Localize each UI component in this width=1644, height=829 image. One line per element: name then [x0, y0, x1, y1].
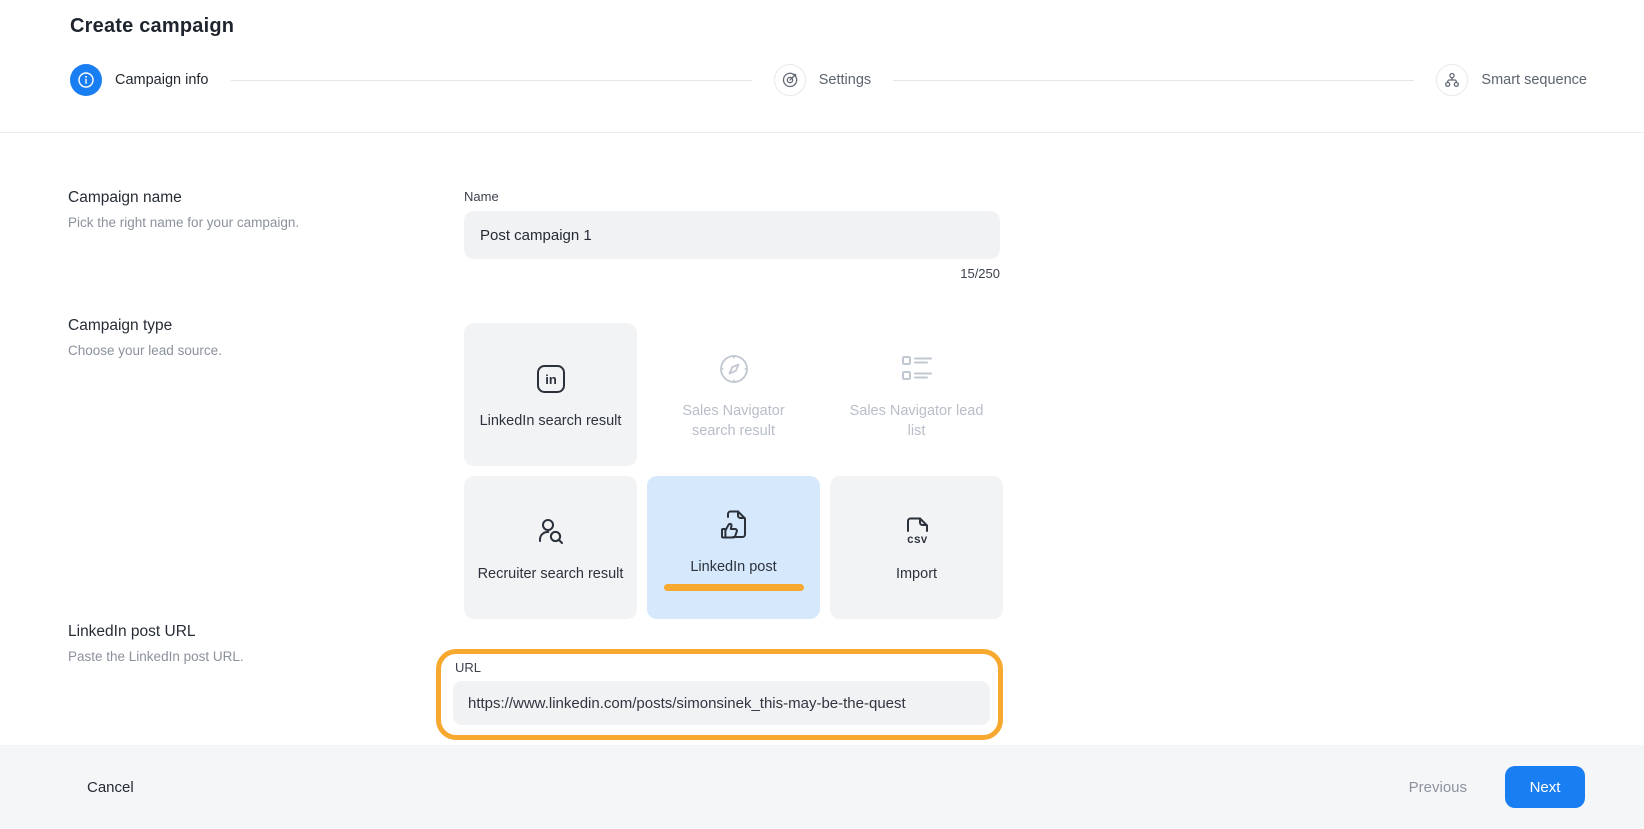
url-field-label: URL — [455, 660, 986, 676]
post-url-section: LinkedIn post URL Paste the LinkedIn pos… — [68, 623, 1644, 740]
step-label: Campaign info — [115, 72, 209, 88]
stepper: Campaign info Settings — [70, 64, 1587, 96]
campaign-type-grid: in LinkedIn search result Sales Navigato… — [464, 323, 1044, 619]
tile-label: Import — [884, 564, 949, 584]
svg-text:CSV: CSV — [907, 535, 928, 547]
campaign-name-title: Campaign name — [68, 189, 414, 207]
tile-label: LinkedIn search result — [468, 411, 634, 431]
campaign-name-section: Campaign name Pick the right name for yo… — [68, 189, 1644, 281]
campaign-name-subtitle: Pick the right name for your campaign. — [68, 215, 414, 230]
step-label: Smart sequence — [1481, 72, 1587, 88]
step-settings[interactable]: Settings — [774, 64, 871, 96]
step-campaign-info[interactable]: Campaign info — [70, 64, 209, 96]
csv-file-icon: CSV — [899, 512, 935, 552]
info-icon — [70, 64, 102, 96]
header: Create campaign Campaign info — [0, 0, 1644, 133]
campaign-type-sales-navigator-search-result[interactable]: Sales Navigator search result — [647, 323, 820, 466]
linkedin-icon: in — [533, 359, 569, 399]
lead-list-icon — [900, 349, 934, 389]
post-url-title: LinkedIn post URL — [68, 623, 414, 641]
post-thumb-icon — [716, 505, 752, 545]
person-search-icon — [533, 512, 569, 552]
target-icon — [774, 64, 806, 96]
svg-text:in: in — [545, 372, 557, 387]
tile-label: Sales Navigator lead list — [830, 401, 1003, 441]
campaign-type-sales-navigator-lead-list[interactable]: Sales Navigator lead list — [830, 323, 1003, 466]
char-counter: 15/250 — [464, 266, 1000, 281]
campaign-type-linkedin-search-result[interactable]: in LinkedIn search result — [464, 323, 637, 466]
post-url-subtitle: Paste the LinkedIn post URL. — [68, 649, 414, 664]
post-url-input[interactable] — [453, 681, 990, 725]
tile-label: Sales Navigator search result — [647, 401, 820, 441]
campaign-type-import[interactable]: CSV Import — [830, 476, 1003, 619]
campaign-type-title: Campaign type — [68, 317, 414, 335]
main-content: Campaign name Pick the right name for yo… — [0, 189, 1644, 740]
name-field-label: Name — [464, 189, 1044, 205]
campaign-type-subtitle: Choose your lead source. — [68, 343, 414, 358]
cancel-button[interactable]: Cancel — [87, 779, 134, 796]
stepper-connector — [893, 80, 1414, 81]
url-highlight-box: URL — [436, 649, 1003, 740]
selected-underline — [664, 584, 804, 591]
step-smart-sequence[interactable]: Smart sequence — [1436, 64, 1587, 96]
campaign-name-input[interactable] — [464, 211, 1000, 259]
hierarchy-icon — [1436, 64, 1468, 96]
next-button[interactable]: Next — [1505, 766, 1585, 808]
step-label: Settings — [819, 72, 871, 88]
previous-button[interactable]: Previous — [1409, 779, 1467, 796]
stepper-connector — [231, 80, 752, 81]
campaign-type-recruiter-search-result[interactable]: Recruiter search result — [464, 476, 637, 619]
footer: Cancel Previous Next — [0, 745, 1644, 829]
tile-label: LinkedIn post — [678, 557, 788, 577]
campaign-type-linkedin-post[interactable]: LinkedIn post — [647, 476, 820, 619]
page-title: Create campaign — [70, 15, 1587, 38]
campaign-type-section: Campaign type Choose your lead source. i… — [68, 317, 1644, 619]
compass-icon — [716, 349, 752, 389]
tile-label: Recruiter search result — [466, 564, 636, 584]
